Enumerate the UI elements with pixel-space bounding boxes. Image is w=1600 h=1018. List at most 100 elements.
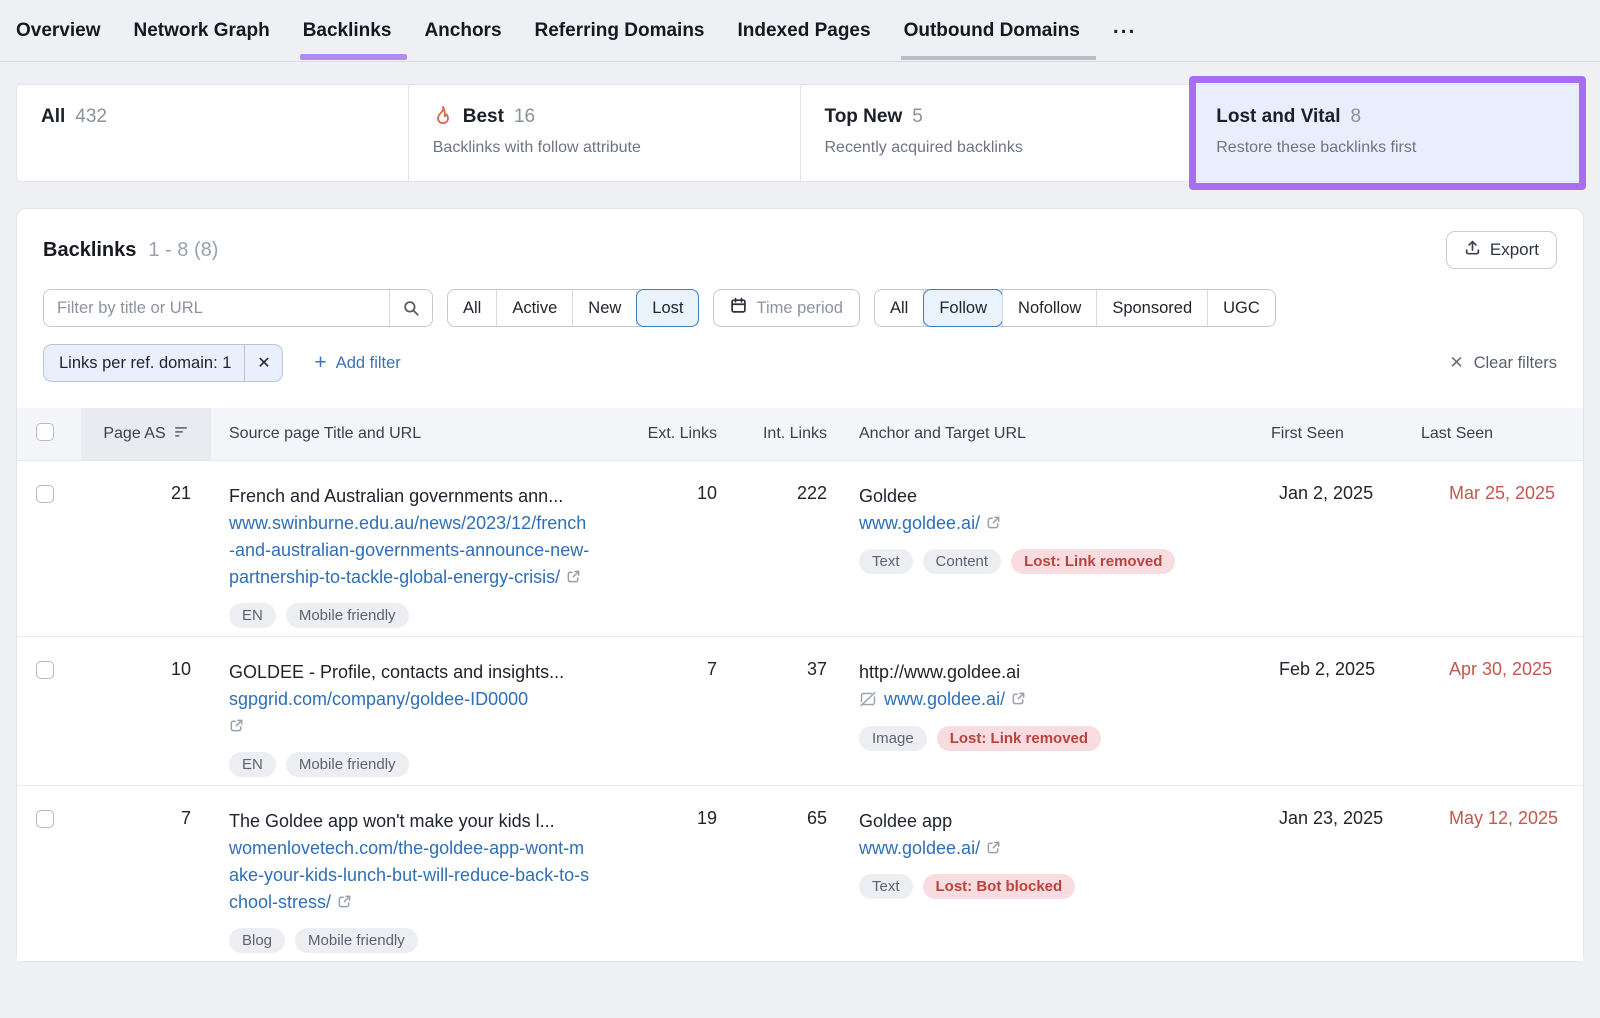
- card-best[interactable]: Best 16 Backlinks with follow attribute: [408, 85, 800, 181]
- status-new[interactable]: New: [572, 290, 636, 326]
- first-seen-value: Feb 2, 2025: [1253, 637, 1405, 777]
- link-type-badge: Image: [859, 726, 927, 751]
- time-period-button[interactable]: Time period: [713, 289, 860, 327]
- column-header-first-seen: First Seen: [1253, 425, 1405, 443]
- external-link-icon[interactable]: [1011, 687, 1026, 714]
- card-lost-and-vital[interactable]: Lost and Vital 8 Restore these backlinks…: [1191, 85, 1583, 181]
- tab-anchors[interactable]: Anchors: [424, 0, 501, 61]
- sort-descending-icon: [174, 425, 189, 443]
- follow-segmented-control: All Follow Nofollow Sponsored UGC: [874, 289, 1276, 327]
- tab-backlinks[interactable]: Backlinks: [303, 0, 392, 61]
- int-links-value: 37: [731, 637, 841, 777]
- external-link-icon[interactable]: [229, 714, 244, 741]
- source-title: GOLDEE - Profile, contacts and insights.…: [229, 659, 591, 686]
- int-links-value: 65: [731, 786, 841, 953]
- status-segmented-control: All Active New Lost: [447, 289, 699, 327]
- follow-nofollow[interactable]: Nofollow: [1002, 290, 1096, 326]
- calendar-icon: [730, 297, 747, 319]
- ext-links-value: 10: [631, 461, 731, 628]
- backlinks-table: Page AS Source page Title and URL Ext. L…: [17, 408, 1583, 961]
- row-checkbox[interactable]: [36, 810, 54, 828]
- anchor-text: Goldee app: [859, 808, 1253, 835]
- select-all-checkbox[interactable]: [36, 423, 54, 441]
- table-row: 21 French and Australian governments ann…: [17, 460, 1583, 636]
- target-url-link[interactable]: www.goldee.ai/: [884, 689, 1005, 709]
- link-type-badge: Text: [859, 549, 913, 574]
- anchor-text: Goldee: [859, 483, 1253, 510]
- ext-links-value: 19: [631, 786, 731, 953]
- lost-reason-badge: Lost: Link removed: [1011, 549, 1175, 574]
- mobile-friendly-tag: Mobile friendly: [286, 603, 409, 628]
- export-button[interactable]: Export: [1446, 231, 1557, 269]
- image-disabled-icon: [859, 688, 877, 715]
- anchor-text: http://www.goldee.ai: [859, 659, 1253, 686]
- external-link-icon[interactable]: [986, 511, 1001, 538]
- tab-outbound-domains[interactable]: Outbound Domains: [904, 0, 1080, 61]
- card-all[interactable]: All 432: [17, 85, 408, 181]
- column-header-anchor: Anchor and Target URL: [841, 425, 1253, 443]
- export-icon: [1464, 239, 1481, 261]
- external-link-icon[interactable]: [337, 890, 352, 917]
- plus-icon: +: [314, 352, 326, 373]
- search-input[interactable]: [44, 290, 389, 326]
- language-tag: EN: [229, 603, 276, 628]
- row-checkbox[interactable]: [36, 485, 54, 503]
- column-header-ext-links: Ext. Links: [631, 425, 731, 443]
- report-tabs: Overview Network Graph Backlinks Anchors…: [0, 0, 1600, 62]
- follow-ugc[interactable]: UGC: [1207, 290, 1275, 326]
- table-header: Page AS Source page Title and URL Ext. L…: [17, 408, 1583, 460]
- language-tag: EN: [229, 752, 276, 777]
- clear-filters-button[interactable]: ✕ Clear filters: [1449, 353, 1557, 373]
- source-url-link[interactable]: womenlovetech.com/the-goldee-app-wont-ma…: [229, 838, 589, 912]
- source-url-link[interactable]: www.swinburne.edu.au/news/2023/12/french…: [229, 513, 589, 587]
- panel-title: Backlinks: [43, 239, 136, 262]
- result-range: 1 - 8 (8): [148, 239, 218, 262]
- page-as-value: 21: [81, 461, 211, 628]
- lost-reason-badge: Lost: Bot blocked: [923, 874, 1076, 899]
- tab-indexed-pages[interactable]: Indexed Pages: [738, 0, 871, 61]
- source-title: The Goldee app won't make your kids l...: [229, 808, 591, 835]
- backlinks-panel: Backlinks 1 - 8 (8) Export All Active Ne…: [16, 208, 1584, 962]
- source-title: French and Australian governments ann...: [229, 483, 591, 510]
- clear-filters-icon: ✕: [1449, 353, 1463, 373]
- follow-sponsored[interactable]: Sponsored: [1096, 290, 1207, 326]
- target-url-link[interactable]: www.goldee.ai/: [859, 838, 980, 858]
- link-type-badge: Content: [923, 549, 1002, 574]
- table-row: 7 The Goldee app won't make your kids l.…: [17, 785, 1583, 961]
- blog-tag: Blog: [229, 928, 285, 953]
- external-link-icon[interactable]: [566, 565, 581, 592]
- link-type-badge: Text: [859, 874, 913, 899]
- tab-referring-domains[interactable]: Referring Domains: [535, 0, 705, 61]
- table-row: 10 GOLDEE - Profile, contacts and insigh…: [17, 636, 1583, 785]
- target-url-link[interactable]: www.goldee.ai/: [859, 513, 980, 533]
- status-all[interactable]: All: [448, 290, 496, 326]
- page-as-value: 10: [81, 637, 211, 777]
- tab-network-graph[interactable]: Network Graph: [134, 0, 270, 61]
- column-header-last-seen: Last Seen: [1405, 425, 1583, 443]
- follow-follow[interactable]: Follow: [923, 290, 1002, 326]
- summary-cards: All 432 Best 16 Backlinks with follow at…: [16, 84, 1584, 182]
- more-tabs-button[interactable]: ...: [1113, 15, 1137, 39]
- external-link-icon[interactable]: [986, 836, 1001, 863]
- column-header-int-links: Int. Links: [731, 425, 841, 443]
- int-links-value: 222: [731, 461, 841, 628]
- last-seen-value: Apr 30, 2025: [1405, 637, 1583, 777]
- follow-all[interactable]: All: [875, 290, 923, 326]
- status-lost[interactable]: Lost: [636, 290, 698, 326]
- search-icon[interactable]: [389, 290, 432, 326]
- first-seen-value: Jan 2, 2025: [1253, 461, 1405, 628]
- active-filter-chip[interactable]: Links per ref. domain: 1 ✕: [43, 344, 283, 382]
- source-url-link[interactable]: sgpgrid.com/company/goldee-ID0000: [229, 689, 528, 709]
- column-header-page-as[interactable]: Page AS: [81, 408, 211, 460]
- flame-icon: [433, 105, 453, 127]
- add-filter-button[interactable]: + Add filter: [314, 354, 400, 373]
- last-seen-value: May 12, 2025: [1405, 786, 1583, 953]
- status-active[interactable]: Active: [496, 290, 572, 326]
- column-header-source: Source page Title and URL: [211, 425, 631, 443]
- tab-overview[interactable]: Overview: [16, 0, 101, 61]
- card-top-new[interactable]: Top New 5 Recently acquired backlinks: [800, 85, 1192, 181]
- mobile-friendly-tag: Mobile friendly: [295, 928, 418, 953]
- ext-links-value: 7: [631, 637, 731, 777]
- row-checkbox[interactable]: [36, 661, 54, 679]
- remove-filter-icon[interactable]: ✕: [245, 353, 282, 373]
